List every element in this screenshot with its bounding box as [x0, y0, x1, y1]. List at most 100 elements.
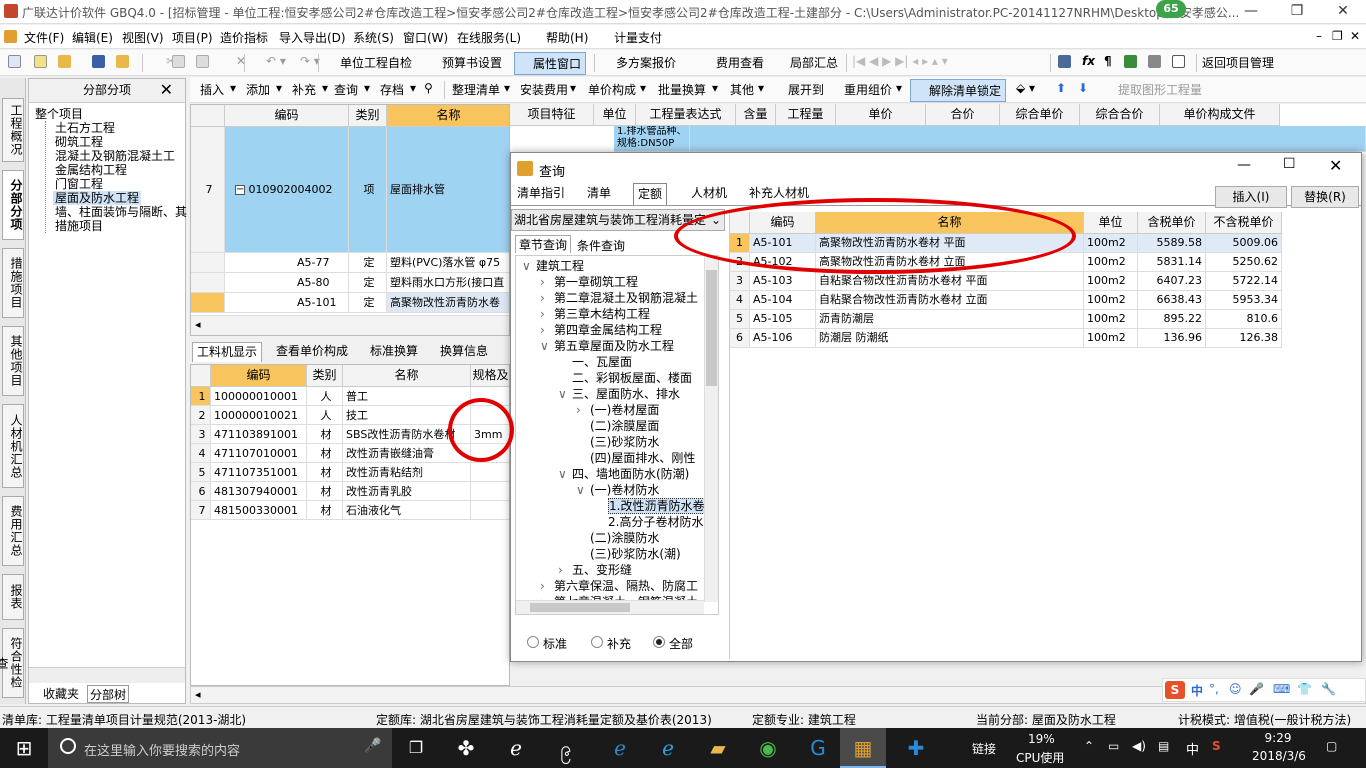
row-name[interactable]: 自粘聚合物改性沥青防水卷材 平面 [816, 272, 1084, 291]
row-code[interactable]: A5-80 [225, 273, 349, 293]
row-unit[interactable]: 100m2 [1084, 272, 1138, 291]
archive-button[interactable]: 存档 [380, 81, 404, 98]
tree-node[interactable]: 建筑工程 [536, 258, 584, 274]
tree-item-roof-waterproof[interactable]: 屋面及防水工程 [53, 191, 142, 205]
row-code[interactable]: A5-77 [225, 253, 349, 273]
row-spec[interactable] [471, 501, 509, 520]
collapse-arrow-icon[interactable]: › [576, 402, 581, 418]
fx-icon[interactable]: fx [1082, 54, 1095, 68]
col-header-type[interactable]: 类别 [307, 365, 343, 387]
row-name[interactable]: 屋面排水管 [387, 127, 509, 253]
app-ie2-icon[interactable]: ℯ [644, 728, 692, 768]
row-tax-price[interactable]: 136.96 [1138, 329, 1206, 348]
row-code[interactable]: 481307940001 [211, 482, 307, 501]
collapse-icon[interactable]: − [235, 185, 245, 195]
notification-icon[interactable]: ▢ [1326, 739, 1337, 753]
col-header-composite-price[interactable]: 综合单价 [1000, 104, 1080, 126]
menu-import-export[interactable]: 导入导出(D) [279, 29, 346, 46]
tree-item-masonry[interactable]: 砌筑工程 [55, 135, 103, 149]
col-header-name[interactable]: 名称 [387, 105, 509, 127]
row-number[interactable]: 1 [191, 387, 211, 406]
partial-summary-checkbox[interactable]: 局部汇总 [774, 54, 838, 71]
paint-icon[interactable]: ⬙ ▾ [1016, 81, 1035, 95]
insert-button[interactable]: 插入 [200, 81, 224, 98]
self-check-button[interactable]: 单位工程自检 [324, 54, 412, 71]
row-code[interactable]: A5-105 [750, 310, 816, 329]
tray-link[interactable]: 链接 [972, 740, 996, 757]
menu-help[interactable]: 帮助(H) [546, 29, 588, 46]
row-name[interactable]: 防潮层 防潮纸 [816, 329, 1084, 348]
collapse-arrow-icon[interactable]: › [540, 306, 545, 322]
tab-list-guide[interactable]: 清单指引 [513, 183, 569, 205]
col-header-feature[interactable]: 项目特征 [510, 104, 594, 126]
row-spec[interactable] [471, 463, 509, 482]
unit-price-button[interactable]: 单价构成 [588, 81, 636, 98]
row-number[interactable]: 5 [191, 463, 211, 482]
paragraph-icon[interactable]: ¶ [1104, 54, 1112, 68]
ime-emoji-icon[interactable]: ☺ [1229, 682, 1242, 696]
search-box[interactable]: 在这里输入你要搜索的内容 🎤 [48, 728, 392, 768]
unlock-list-button[interactable]: 解除清单锁定 [910, 79, 1007, 102]
menu-edit[interactable]: 编辑(E) [72, 29, 113, 46]
row-number[interactable]: 6 [730, 329, 750, 348]
insert-arrow-icon[interactable]: ▾ [230, 81, 236, 95]
menu-window[interactable]: 窗口(W) [403, 29, 448, 46]
insert-button[interactable]: 插入(I) [1215, 186, 1287, 208]
row-unit[interactable]: 100m2 [1084, 234, 1138, 253]
tree-node[interactable]: 三、屋面防水、排水 [572, 386, 680, 402]
menu-view[interactable]: 视图(V) [122, 29, 164, 46]
row-tax-price[interactable]: 5831.14 [1138, 253, 1206, 272]
restore-icon[interactable]: ❐ [1274, 0, 1320, 24]
tree-item-measures[interactable]: 措施项目 [55, 219, 103, 233]
extract-quantity-button[interactable]: 提取图形工程量 [1102, 81, 1202, 98]
col-header-composite-total[interactable]: 综合合价 [1080, 104, 1160, 126]
tab-list[interactable]: 清单 [583, 183, 615, 205]
row-type[interactable]: 材 [307, 425, 343, 444]
menu-system[interactable]: 系统(S) [353, 29, 394, 46]
tab-sections[interactable]: 分部分项 [2, 170, 24, 240]
tray-sogou-icon[interactable]: S [1212, 739, 1221, 753]
tab-measures[interactable]: 措施项目 [2, 248, 24, 318]
row-name[interactable]: 普工 [343, 387, 471, 406]
col-header-name[interactable]: 名称 [343, 365, 471, 387]
add-button[interactable]: 添加 [246, 81, 270, 98]
clock-date[interactable]: 2018/3/6 [1244, 749, 1314, 763]
tree-item-whole-project[interactable]: 整个项目 [35, 107, 83, 121]
add-arrow-icon[interactable]: ▾ [276, 81, 282, 95]
row-number[interactable]: 3 [730, 272, 750, 291]
row-code[interactable]: 471107351001 [211, 463, 307, 482]
bottom-tab-favorites[interactable]: 收藏夹 [41, 685, 81, 703]
supplement-button[interactable]: 补充 [292, 81, 316, 98]
col-header-unit-price[interactable]: 单价 [836, 104, 926, 126]
tree-node[interactable]: (一)卷材屋面 [590, 402, 659, 418]
row-spec[interactable] [471, 482, 509, 501]
radio-all[interactable]: 全部 [653, 635, 693, 652]
col-header-total[interactable]: 合价 [926, 104, 1000, 126]
task-view-icon[interactable]: ❐ [392, 728, 440, 768]
col-header-expression[interactable]: 工程量表达式 [636, 104, 736, 126]
supplement-arrow-icon[interactable]: ▾ [322, 81, 328, 95]
tab-compliance[interactable]: 符合性检查 [0, 628, 24, 698]
row-number[interactable]: 4 [730, 291, 750, 310]
expand-icon[interactable]: ∨ [522, 258, 531, 274]
panel-close-icon[interactable]: ✕ [160, 79, 173, 101]
ime-skin-icon[interactable]: 👕 [1297, 682, 1312, 696]
tree-node[interactable]: (一)卷材防水 [590, 482, 659, 498]
collapse-arrow-icon[interactable]: › [540, 578, 545, 594]
app-gbq-icon[interactable]: ▦ [840, 728, 886, 768]
row-code[interactable]: A5-106 [750, 329, 816, 348]
col-header-quantity[interactable]: 工程量 [776, 104, 836, 126]
tree-hscroll[interactable] [516, 600, 704, 614]
install-fee-arrow-icon[interactable]: ▾ [570, 81, 576, 95]
col-header-unit[interactable]: 单位 [1084, 212, 1138, 234]
col-header-spec[interactable]: 规格及 [471, 365, 509, 387]
minimize-icon[interactable]: — [1228, 0, 1274, 24]
query-button[interactable]: 查询 [334, 81, 358, 98]
row-number[interactable]: 3 [191, 425, 211, 444]
table-row[interactable]: − 010902004002 [225, 127, 349, 253]
app-360-icon[interactable]: ◉ [744, 728, 792, 768]
tab-materials[interactable]: 人材机 [687, 183, 731, 205]
menu-cost-index[interactable]: 造价指标 [220, 29, 268, 46]
row-code[interactable]: 471107010001 [211, 444, 307, 463]
nav-arrows-icon[interactable]: |◀ ◀ ▶ ▶| ◂ ▸ ▴ ▾ [852, 54, 948, 68]
